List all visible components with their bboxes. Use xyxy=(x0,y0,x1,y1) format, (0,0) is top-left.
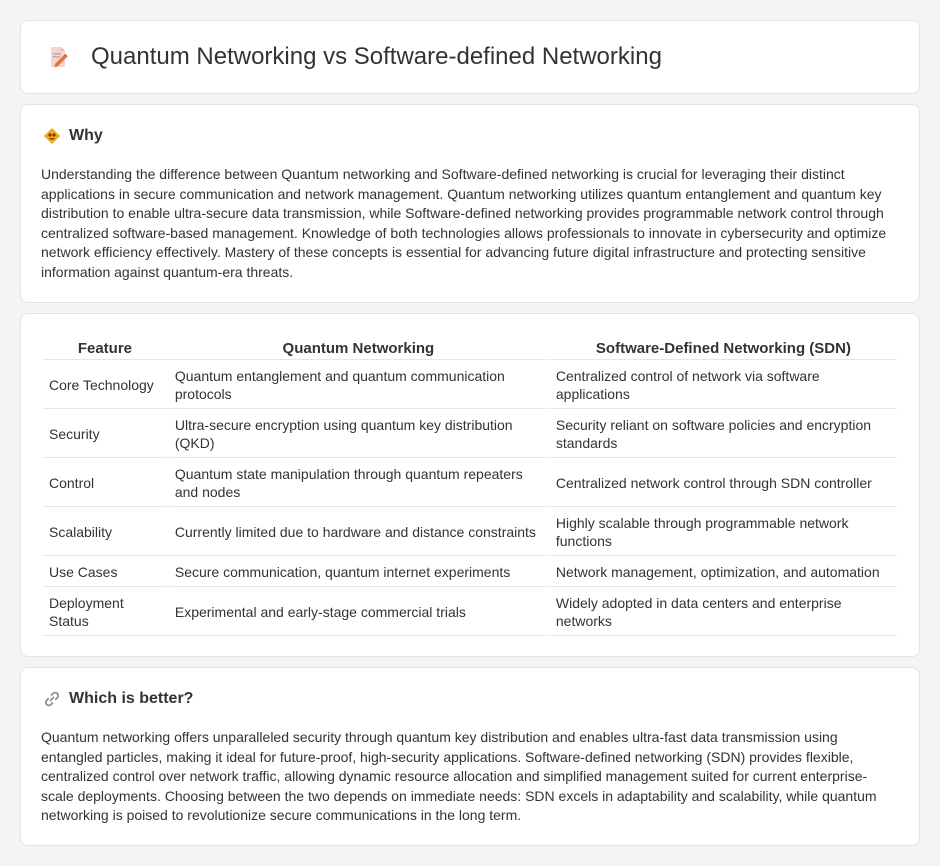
quantum-cell: Quantum entanglement and quantum communi… xyxy=(168,362,548,409)
link-icon xyxy=(43,690,61,708)
which-is-better-heading: Which is better? xyxy=(69,690,194,707)
quantum-cell: Experimental and early-stage commercial … xyxy=(168,589,548,636)
comparison-table: Feature Quantum Networking Software-Defi… xyxy=(41,336,899,638)
sdn-cell: Network management, optimization, and au… xyxy=(549,558,897,587)
document-pencil-icon xyxy=(45,44,71,70)
quantum-cell: Ultra-secure encryption using quantum ke… xyxy=(168,411,548,458)
table-row: Scalability Currently limited due to har… xyxy=(43,509,897,556)
feature-cell: Core Technology xyxy=(43,362,167,409)
why-text: Understanding the difference between Qua… xyxy=(41,166,887,280)
which-is-better-text: Quantum networking offers unparalleled s… xyxy=(41,729,877,824)
feature-cell: Control xyxy=(43,460,167,507)
table-row: Core Technology Quantum entanglement and… xyxy=(43,362,897,409)
feature-cell: Deployment Status xyxy=(43,589,167,636)
column-header: Software-Defined Networking (SDN) xyxy=(549,338,897,360)
table-header-row: Feature Quantum Networking Software-Defi… xyxy=(43,338,897,360)
feature-cell: Use Cases xyxy=(43,558,167,587)
quantum-cell: Currently limited due to hardware and di… xyxy=(168,509,548,556)
feature-cell: Scalability xyxy=(43,509,167,556)
column-header: Quantum Networking xyxy=(168,338,548,360)
lightbulb-icon xyxy=(43,127,61,145)
table-row: Security Ultra-secure encryption using q… xyxy=(43,411,897,458)
why-heading: Why xyxy=(69,127,103,144)
quantum-cell: Secure communication, quantum internet e… xyxy=(168,558,548,587)
quantum-cell: Quantum state manipulation through quant… xyxy=(168,460,548,507)
sdn-cell: Security reliant on software policies an… xyxy=(549,411,897,458)
which-is-better-section: Which is better? Quantum networking offe… xyxy=(20,667,920,846)
column-header: Feature xyxy=(43,338,167,360)
title-card: Quantum Networking vs Software-defined N… xyxy=(20,20,920,94)
sdn-cell: Centralized control of network via softw… xyxy=(549,362,897,409)
sdn-cell: Centralized network control through SDN … xyxy=(549,460,897,507)
page-title: Quantum Networking vs Software-defined N… xyxy=(91,43,662,70)
table-row: Use Cases Secure communication, quantum … xyxy=(43,558,897,587)
sdn-cell: Highly scalable through programmable net… xyxy=(549,509,897,556)
comparison-card: Feature Quantum Networking Software-Defi… xyxy=(20,313,920,657)
table-row: Control Quantum state manipulation throu… xyxy=(43,460,897,507)
feature-cell: Security xyxy=(43,411,167,458)
sdn-cell: Widely adopted in data centers and enter… xyxy=(549,589,897,636)
table-row: Deployment Status Experimental and early… xyxy=(43,589,897,636)
why-section: Why Understanding the difference between… xyxy=(20,104,920,303)
